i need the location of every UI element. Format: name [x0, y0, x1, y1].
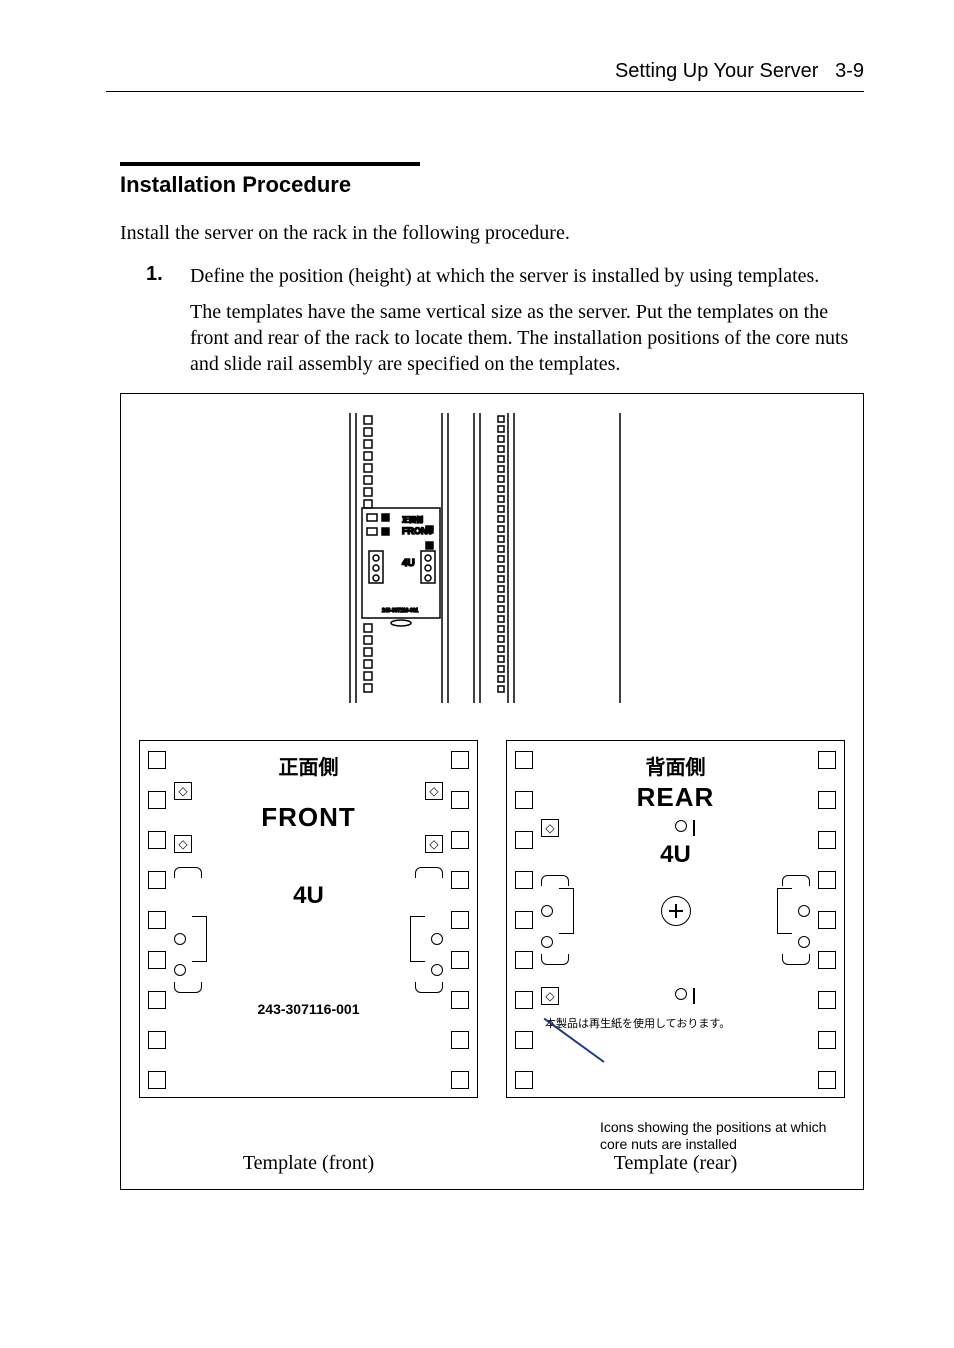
- clip-icon: [782, 875, 810, 886]
- cagenut-icon: ◇: [541, 819, 559, 837]
- clip-icon: [541, 875, 569, 886]
- cagenut-icon: ◇: [174, 835, 192, 853]
- rack-diagram: 正面側 FRONT 4U 243-307116-001: [139, 408, 845, 708]
- caption-front: Template (front): [139, 1152, 478, 1175]
- clip-icon: [174, 982, 202, 993]
- clip-icon: [415, 982, 443, 993]
- caption-rear: Template (rear): [506, 1152, 845, 1175]
- step-body: Define the position (height) at which th…: [190, 263, 819, 289]
- intro-text: Install the server on the rack in the fo…: [120, 222, 864, 245]
- chapter-title: Setting Up Your Server: [615, 60, 818, 82]
- clip-icon: [415, 867, 443, 878]
- cagenut-icon: ◇: [541, 987, 559, 1005]
- template-front-jp: 正面側: [174, 751, 443, 780]
- template-front-en: FRONT: [174, 802, 443, 833]
- mini-front-jp: 正面側: [402, 515, 423, 524]
- template-rear: 背面側 REAR ◇ 4U ◇ 本製品は再生紙を使用しており: [506, 740, 845, 1098]
- recycled-note: 本製品は再生紙を使用しております。: [541, 1015, 810, 1031]
- template-rear-jp: 背面側: [541, 751, 810, 780]
- template-rear-u: 4U: [541, 841, 810, 869]
- section-title: Installation Procedure: [120, 162, 420, 198]
- step-detail: The templates have the same vertical siz…: [190, 299, 864, 377]
- screw-icon: [661, 896, 691, 926]
- callout-text: Icons showing the positions at which cor…: [600, 1119, 826, 1152]
- step-1: 1. Define the position (height) at which…: [146, 263, 864, 289]
- callout: Icons showing the positions at which cor…: [600, 1119, 850, 1153]
- rack-svg: 正面側 FRONT 4U 243-307116-001: [342, 408, 642, 708]
- part-number: 243-307116-001: [174, 1001, 443, 1017]
- template-front-u: 4U: [174, 882, 443, 910]
- clip-icon: [541, 954, 569, 965]
- template-front: 正面側 ◇ ◇ FRONT ◇ ◇ 4U 243-307116-001: [139, 740, 478, 1098]
- cagenut-icon: ◇: [425, 835, 443, 853]
- template-rear-en: REAR: [541, 782, 810, 813]
- step-number: 1.: [146, 263, 190, 289]
- cagenut-icon: ◇: [425, 782, 443, 800]
- cagenut-icon: ◇: [174, 782, 192, 800]
- page-number: 3-9: [835, 60, 864, 82]
- clip-icon: [174, 867, 202, 878]
- svg-text:243-307116-001: 243-307116-001: [382, 608, 419, 614]
- running-head: Setting Up Your Server 3-9: [106, 60, 864, 92]
- figure-frame: 正面側 FRONT 4U 243-307116-001: [120, 393, 864, 1190]
- mini-4u: 4U: [402, 558, 415, 569]
- clip-icon: [782, 954, 810, 965]
